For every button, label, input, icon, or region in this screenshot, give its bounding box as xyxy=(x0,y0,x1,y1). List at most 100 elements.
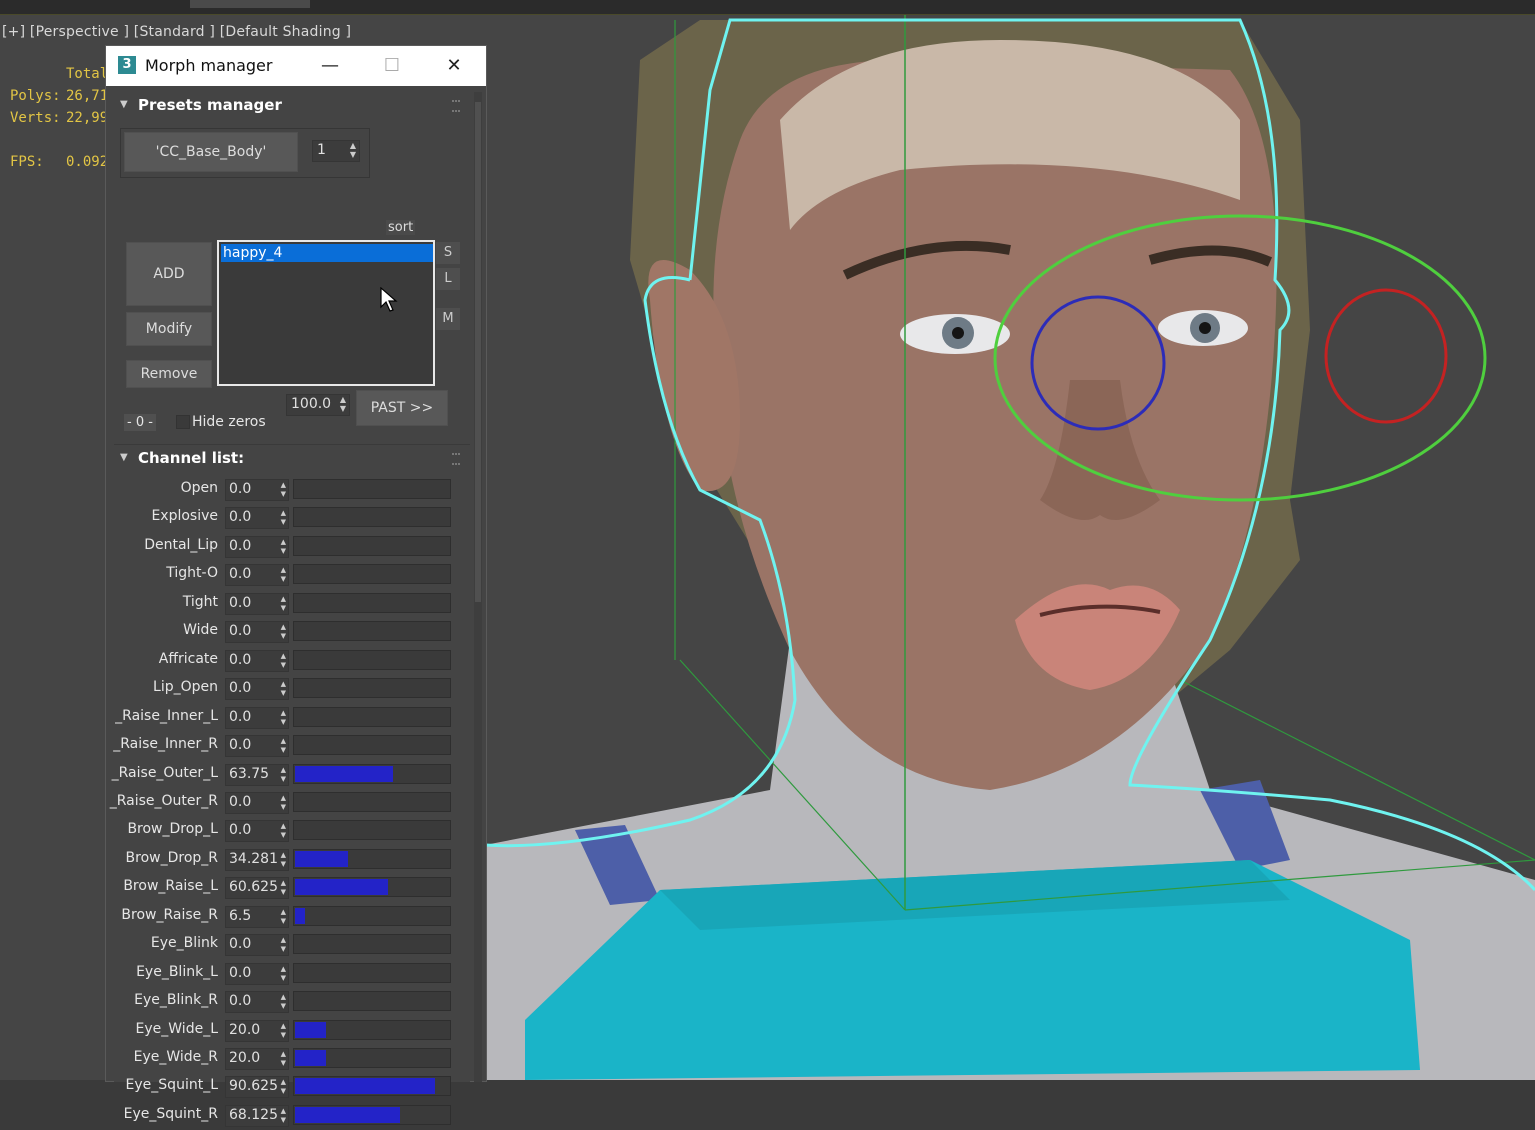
channel-slider[interactable] xyxy=(293,735,451,756)
channel-row: Dental_Lip 0.0 ▲ ▼ xyxy=(114,533,470,561)
channel-slider[interactable] xyxy=(293,678,451,699)
channel-name: Tight xyxy=(182,593,218,610)
channel-value: 0.0 xyxy=(229,964,252,981)
paste-button[interactable]: PAST >> xyxy=(356,390,448,426)
channel-value-spinner[interactable]: 0.0 ▲ ▼ xyxy=(225,535,289,558)
channel-list-title: Channel list: xyxy=(138,449,245,467)
spinner-arrows-icon: ▲ ▼ xyxy=(280,651,286,669)
zero-button[interactable]: - 0 - xyxy=(124,414,156,431)
maximize-button[interactable]: ☐ xyxy=(374,52,410,80)
channel-name: Open xyxy=(180,480,218,496)
hide-zeros-label: Hide zeros xyxy=(192,414,266,430)
channel-value-spinner[interactable]: 68.125 ▲ ▼ xyxy=(225,1104,289,1127)
add-preset-button[interactable]: ADD xyxy=(126,242,212,306)
channel-value-spinner[interactable]: 0.0 ▲ ▼ xyxy=(225,479,289,501)
remove-preset-button[interactable]: Remove xyxy=(126,360,212,388)
channel-slider[interactable] xyxy=(293,962,451,983)
channel-value-spinner[interactable]: 60.625 ▲ ▼ xyxy=(225,877,289,900)
channel-slider[interactable] xyxy=(293,507,451,528)
percent-spinner[interactable]: 100.0 ▲ ▼ xyxy=(286,394,350,416)
hide-zeros-checkbox[interactable] xyxy=(176,415,190,429)
channel-slider[interactable] xyxy=(293,763,451,784)
spinner-arrows-icon: ▲ ▼ xyxy=(280,1050,286,1067)
channel-name: Eye_Wide_R xyxy=(133,1049,218,1065)
channel-name: Dental_Lip xyxy=(144,536,218,553)
channel-slider[interactable] xyxy=(293,479,451,499)
channel-row: Tight 0.0 ▲ ▼ xyxy=(114,590,470,618)
channel-slider[interactable] xyxy=(293,706,451,727)
scrollbar-thumb[interactable] xyxy=(475,102,481,602)
channel-row: Explosive 0.0 ▲ ▼ xyxy=(114,504,470,532)
channel-slider[interactable] xyxy=(293,934,451,955)
channel-slider[interactable] xyxy=(293,1076,451,1097)
channel-value-spinner[interactable]: 6.5 ▲ ▼ xyxy=(225,905,289,928)
channel-slider[interactable] xyxy=(293,1019,451,1040)
minimize-button[interactable]: — xyxy=(312,52,348,80)
channel-name: Brow_Raise_R xyxy=(121,906,218,923)
channel-slider[interactable] xyxy=(293,564,451,585)
channel-value-spinner[interactable]: 0.0 ▲ ▼ xyxy=(225,991,289,1014)
channel-value-spinner[interactable]: 0.0 ▲ ▼ xyxy=(225,820,289,843)
spinner-arrows-icon: ▲ ▼ xyxy=(280,1106,286,1124)
viewport-label[interactable]: [+] [Perspective ] [Standard ] [Default … xyxy=(2,24,351,40)
channel-value-spinner[interactable]: 0.0 ▲ ▼ xyxy=(225,621,289,644)
close-button[interactable]: ✕ xyxy=(436,52,472,80)
channel-slider[interactable] xyxy=(293,791,451,812)
channel-value-spinner[interactable]: 20.0 ▲ ▼ xyxy=(225,1048,289,1070)
target-object-button[interactable]: 'CC_Base_Body' xyxy=(124,132,298,172)
channel-row: Brow_Raise_R 6.5 ▲ ▼ xyxy=(114,903,470,931)
channel-name: Eye_Blink_L xyxy=(136,963,218,980)
spinner-arrows-icon: ▲ ▼ xyxy=(280,793,286,811)
channel-value-spinner[interactable]: 0.0 ▲ ▼ xyxy=(225,791,289,814)
channel-row: _Raise_Inner_R 0.0 ▲ ▼ xyxy=(113,732,470,760)
channel-value-spinner[interactable]: 0.0 ▲ ▼ xyxy=(225,934,289,957)
dialog-panel: ▼ Presets manager 'CC_Base_Body' 1 ▲ ▼ so… xyxy=(110,92,470,1127)
channel-value-spinner[interactable]: 0.0 ▲ ▼ xyxy=(225,592,289,615)
spinner-arrows-icon: ▲ ▼ xyxy=(280,537,286,555)
channel-value: 0.0 xyxy=(229,737,252,754)
channel-slider[interactable] xyxy=(293,649,451,670)
preset-count-spinner[interactable]: 1 ▲ ▼ xyxy=(312,140,360,162)
channel-value: 0.0 xyxy=(229,680,252,697)
channel-slider[interactable] xyxy=(293,592,451,613)
dialog-scrollbar[interactable] xyxy=(474,92,482,1082)
channel-value: 90.625 xyxy=(229,1078,277,1095)
channel-value-spinner[interactable]: 0.0 ▲ ▼ xyxy=(225,962,289,985)
channel-slider-fill xyxy=(295,1050,326,1066)
channel-value-spinner[interactable]: 20.0 ▲ ▼ xyxy=(225,1019,289,1042)
channel-value-spinner[interactable]: 63.75 ▲ ▼ xyxy=(225,763,289,786)
load-l-button[interactable]: L xyxy=(436,268,460,290)
channel-value-spinner[interactable]: 0.0 ▲ ▼ xyxy=(225,706,289,729)
channel-slider[interactable] xyxy=(293,621,451,642)
channel-row: _Raise_Outer_R 0.0 ▲ ▼ xyxy=(110,789,470,817)
modify-preset-button[interactable]: Modify xyxy=(126,312,212,346)
channel-slider[interactable] xyxy=(293,1104,451,1125)
merge-m-button[interactable]: M xyxy=(436,308,460,330)
channel-slider[interactable] xyxy=(293,1048,451,1068)
channel-value: 63.75 xyxy=(229,765,270,782)
presets-rollout-header[interactable]: ▼ Presets manager xyxy=(114,92,470,120)
channel-row: Open 0.0 ▲ ▼ xyxy=(114,476,470,504)
channel-slider[interactable] xyxy=(293,848,451,869)
sort-button[interactable]: sort xyxy=(386,220,416,235)
presets-list[interactable]: happy_4 xyxy=(217,240,435,386)
channel-name: _Raise_Outer_R xyxy=(109,792,218,809)
channel-value-spinner[interactable]: 0.0 ▲ ▼ xyxy=(225,735,289,758)
channel-value-spinner[interactable]: 34.281 ▲ ▼ xyxy=(225,848,289,871)
spinner-arrows-icon: ▲ ▼ xyxy=(280,566,286,584)
channel-slider[interactable] xyxy=(293,991,451,1012)
spinner-arrows-icon: ▲ ▼ xyxy=(280,993,286,1011)
channel-slider[interactable] xyxy=(293,905,451,926)
channel-slider[interactable] xyxy=(293,877,451,898)
channel-value-spinner[interactable]: 0.0 ▲ ▼ xyxy=(225,507,289,530)
channel-value: 0.0 xyxy=(229,537,252,554)
save-s-button[interactable]: S xyxy=(436,242,460,264)
channel-value-spinner[interactable]: 0.0 ▲ ▼ xyxy=(225,564,289,587)
dialog-title-bar[interactable]: 3 Morph manager — ☐ ✕ xyxy=(106,46,486,86)
channel-slider[interactable] xyxy=(293,535,451,556)
channel-value-spinner[interactable]: 0.0 ▲ ▼ xyxy=(225,678,289,701)
channel-list-rollout-header[interactable]: ▼ Channel list: xyxy=(114,444,470,473)
channel-value-spinner[interactable]: 0.0 ▲ ▼ xyxy=(225,649,289,672)
preset-list-item[interactable]: happy_4 xyxy=(221,244,433,262)
channel-slider[interactable] xyxy=(293,820,451,841)
